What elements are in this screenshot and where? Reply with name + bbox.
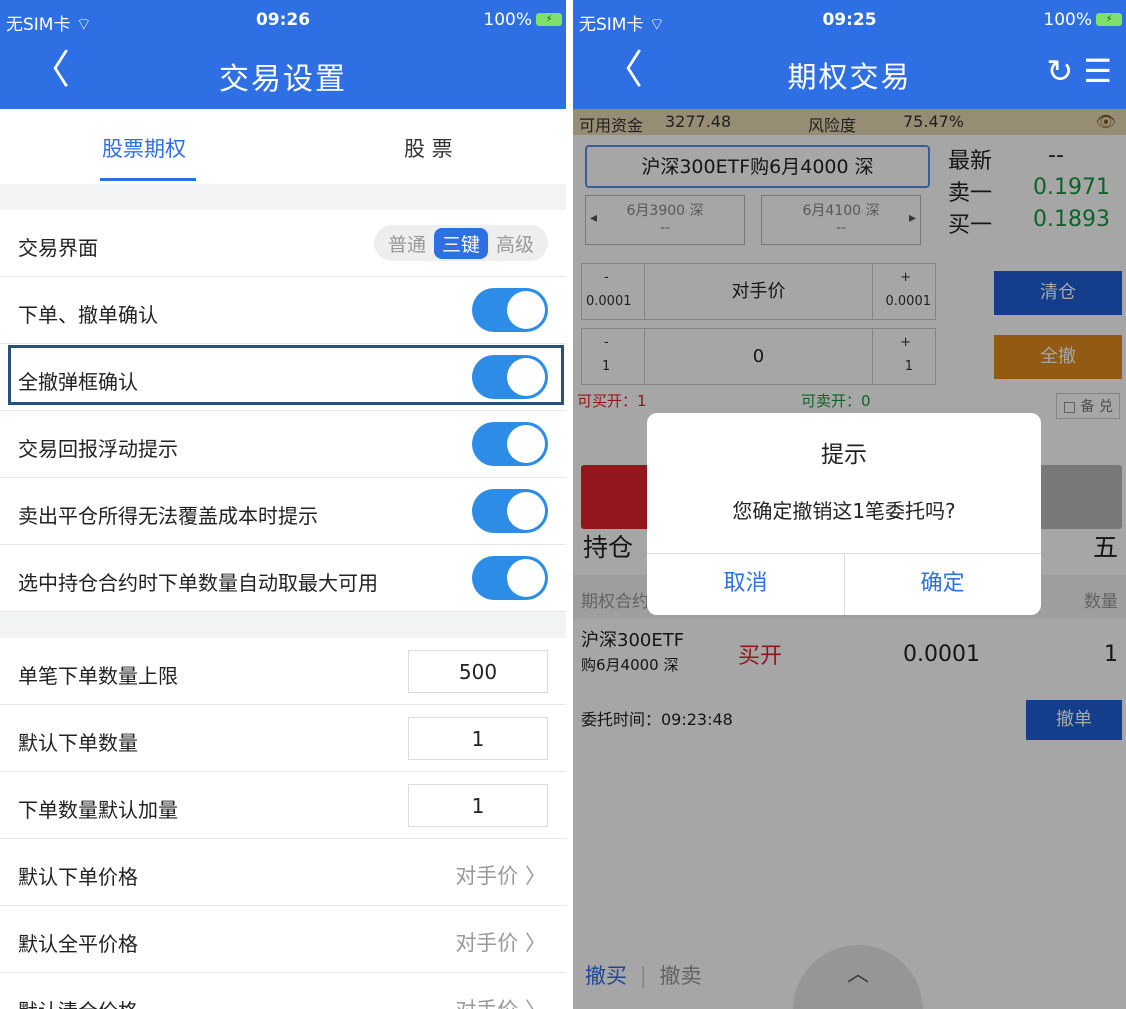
status-bar: 无SIM卡 ⌔ 09:25 100% ⚡ [573,0,1126,40]
battery-percent: 100% [1043,10,1092,30]
setting-label: 选中持仓合约时下单数量自动取最大可用 [18,571,378,595]
battery-icon: ⚡ [536,13,562,26]
page-title: 交易设置 [219,62,347,97]
toggle-knob [507,492,545,530]
toggle-knob [507,358,545,396]
settings-group-quantity: 单笔下单数量上限 500 默认下单数量 1 下单数量默认加量 1 默认下单价格 … [0,638,566,1009]
battery-percent: 100% [483,10,532,30]
screen-divider [566,0,573,1009]
max-order-qty-input[interactable]: 500 [408,650,548,693]
setting-row-clear-price[interactable]: 默认清仓价格 对手价 〉 [0,973,566,1009]
qty-increment-input[interactable]: 1 [408,784,548,827]
toggle-knob [507,291,545,329]
setting-label: 下单数量默认加量 [18,798,178,822]
segment-three-key[interactable]: 三键 [433,227,488,259]
setting-row-auto-max-qty: 选中持仓合约时下单数量自动取最大可用 [0,545,566,612]
menu-icon[interactable]: ☰ [1083,52,1112,90]
tab-stocks[interactable]: 股 票 [404,133,453,163]
setting-row-default-price[interactable]: 默认下单价格 对手价 〉 [0,839,566,906]
setting-label: 交易界面 [18,236,98,260]
status-bar: 无SIM卡 ⌔ 09:26 100% ⚡ [0,0,566,40]
clock: 09:25 [822,10,877,30]
setting-label: 默认下单价格 [18,865,138,889]
page-title: 期权交易 [787,60,912,94]
refresh-icon[interactable]: ↻ [1046,52,1073,90]
setting-label: 默认下单数量 [18,731,138,755]
top-bar: 无SIM卡 ⌔ 09:25 100% ⚡ 〈 期权交易 ↻ ☰ [573,0,1126,109]
order-confirm-toggle[interactable] [472,288,548,332]
battery-icon: ⚡ [1096,13,1122,26]
clear-price-value: 对手价 〉 [455,994,546,1009]
dialog-cancel-button[interactable]: 取消 [647,553,844,615]
setting-row-cancel-all-confirm: 全撤弹框确认 [0,344,566,411]
setting-row-default-qty: 默认下单数量 1 [0,705,566,772]
setting-label: 默认清仓价格 [18,995,138,1009]
setting-label: 默认全平价格 [18,932,138,956]
setting-row-order-confirm: 下单、撤单确认 [0,277,566,344]
carrier-label: 无SIM卡 ⌔ [579,15,665,35]
segment-normal[interactable]: 普通 [380,228,434,259]
dialog-message: 您确定撤销这1笔委托吗? [732,499,956,523]
setting-label: 下单、撤单确认 [18,303,158,327]
trade-settings-screen: 无SIM卡 ⌔ 09:26 100% ⚡ 〈 交易设置 股票期权 股 票 交易界… [0,0,566,1009]
clock: 09:26 [255,10,311,30]
settings-group-general: 交易界面 普通 三键 高级 下单、撤单确认 全撤弹框确认 交易回报浮动提示 卖出… [0,210,566,612]
confirm-dialog: 提示 您确定撤销这1笔委托吗? 取消 确定 [647,413,1041,615]
setting-row-qty-increment: 下单数量默认加量 1 [0,772,566,839]
toggle-knob [507,559,545,597]
setting-row-close-all-price[interactable]: 默认全平价格 对手价 〉 [0,906,566,973]
setting-label: 单笔下单数量上限 [18,664,178,688]
nav-bar: 〈 交易设置 [0,40,566,109]
setting-row-cost-warning: 卖出平仓所得无法覆盖成本时提示 [0,478,566,545]
setting-label: 交易回报浮动提示 [18,437,178,461]
segment-advanced[interactable]: 高级 [488,228,542,259]
top-bar: 无SIM卡 ⌔ 09:26 100% ⚡ 〈 交易设置 [0,0,566,109]
setting-row-max-order-qty: 单笔下单数量上限 500 [0,638,566,705]
setting-label: 卖出平仓所得无法覆盖成本时提示 [18,504,318,528]
auto-max-qty-toggle[interactable] [472,556,548,600]
close-all-price-value: 对手价 〉 [455,931,546,955]
trade-ui-segmented-control: 普通 三键 高级 [373,225,548,261]
setting-row-trade-ui: 交易界面 普通 三键 高级 [0,210,566,277]
options-trade-screen: 无SIM卡 ⌔ 09:25 100% ⚡ 〈 期权交易 ↻ ☰ 可用资金 327… [573,0,1126,1009]
toggle-knob [507,425,545,463]
dialog-confirm-button[interactable]: 确定 [844,553,1041,615]
setting-label: 全撤弹框确认 [18,370,138,394]
cost-warning-toggle[interactable] [472,489,548,533]
nav-bar: 〈 期权交易 ↻ ☰ [573,40,1126,109]
carrier-label: 无SIM卡 ⌔ [6,15,92,35]
trade-report-popup-toggle[interactable] [472,422,548,466]
active-tab-indicator [100,178,196,181]
default-price-value: 对手价 〉 [455,864,546,888]
dialog-title: 提示 [821,442,867,468]
setting-row-trade-report-popup: 交易回报浮动提示 [0,411,566,478]
default-qty-input[interactable]: 1 [408,717,548,760]
cancel-all-confirm-toggle[interactable] [472,355,548,399]
settings-tabs: 股票期权 股 票 [0,109,566,184]
tab-stock-options[interactable]: 股票期权 [102,133,186,163]
